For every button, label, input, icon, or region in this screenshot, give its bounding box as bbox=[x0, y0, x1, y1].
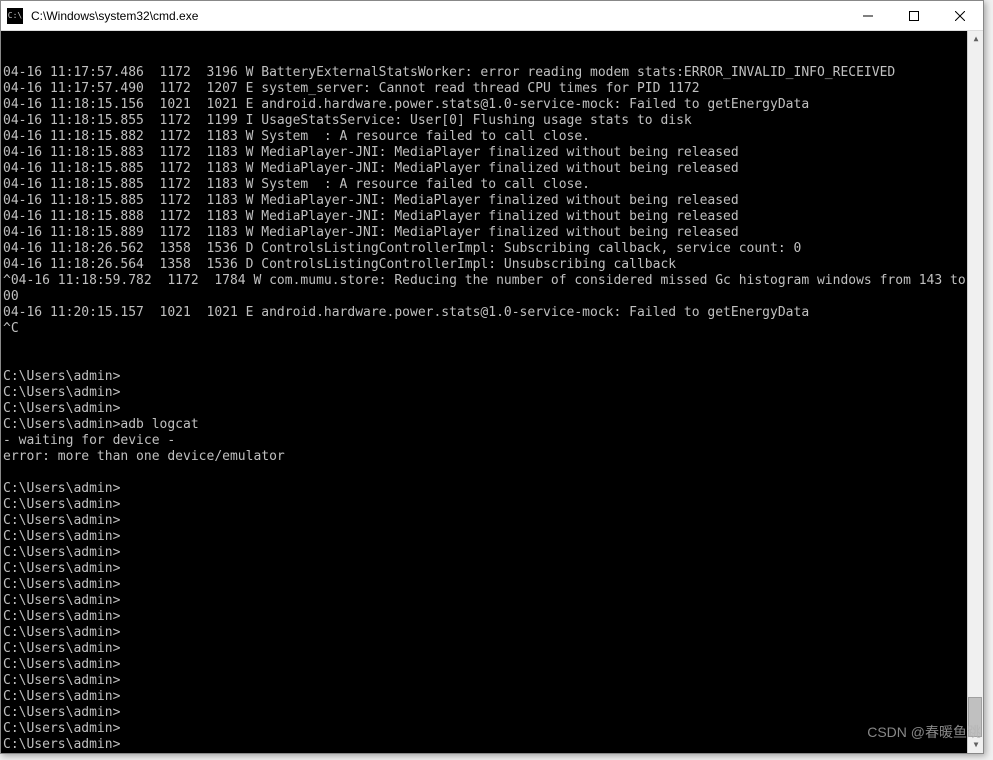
log-output: 04-16 11:17:57.486 1172 3196 W BatteryEx… bbox=[3, 65, 983, 337]
prompt-line: C:\Users\admin> bbox=[3, 497, 983, 513]
prompt-line: C:\Users\admin> bbox=[3, 385, 983, 401]
prompt-line bbox=[3, 465, 983, 481]
log-line: 04-16 11:18:15.156 1021 1021 E android.h… bbox=[3, 97, 983, 113]
close-icon bbox=[955, 11, 965, 21]
prompt-line: C:\Users\admin> bbox=[3, 609, 983, 625]
terminal-area[interactable]: 04-16 11:17:57.486 1172 3196 W BatteryEx… bbox=[1, 31, 983, 753]
prompt-line: C:\Users\admin> bbox=[3, 529, 983, 545]
prompt-line: C:\Users\admin> bbox=[3, 401, 983, 417]
minimize-button[interactable] bbox=[845, 1, 891, 30]
prompt-line: - waiting for device - bbox=[3, 433, 983, 449]
log-line: 04-16 11:18:15.882 1172 1183 W System : … bbox=[3, 129, 983, 145]
scrollbar-thumb[interactable] bbox=[968, 697, 982, 737]
prompt-line: C:\Users\admin> bbox=[3, 641, 983, 657]
prompt-line: C:\Users\admin> bbox=[3, 545, 983, 561]
prompt-line: C:\Users\admin> bbox=[3, 737, 983, 753]
prompt-line: C:\Users\admin> bbox=[3, 513, 983, 529]
prompt-line: C:\Users\admin> bbox=[3, 673, 983, 689]
scroll-down-arrow-icon[interactable]: ▼ bbox=[968, 737, 983, 753]
prompt-output: C:\Users\admin>C:\Users\admin>C:\Users\a… bbox=[3, 369, 983, 753]
prompt-line: C:\Users\admin> bbox=[3, 369, 983, 385]
log-line: ^C bbox=[3, 321, 983, 337]
log-line: 04-16 11:18:15.885 1172 1183 W System : … bbox=[3, 177, 983, 193]
log-line: 04-16 11:20:15.157 1021 1021 E android.h… bbox=[3, 305, 983, 321]
prompt-line: C:\Users\admin> bbox=[3, 593, 983, 609]
prompt-line: C:\Users\admin> bbox=[3, 481, 983, 497]
titlebar[interactable]: C:\ C:\Windows\system32\cmd.exe bbox=[1, 1, 983, 31]
log-line: ^04-16 11:18:59.782 1172 1784 W com.mumu… bbox=[3, 273, 983, 305]
cmd-window: C:\ C:\Windows\system32\cmd.exe 04-16 11… bbox=[0, 0, 984, 754]
cmd-icon: C:\ bbox=[7, 8, 23, 24]
window-controls bbox=[845, 1, 983, 30]
prompt-line: error: more than one device/emulator bbox=[3, 449, 983, 465]
prompt-line: C:\Users\admin> bbox=[3, 577, 983, 593]
prompt-line: C:\Users\admin>adb logcat bbox=[3, 417, 983, 433]
prompt-line: C:\Users\admin> bbox=[3, 625, 983, 641]
log-line: 04-16 11:18:15.888 1172 1183 W MediaPlay… bbox=[3, 209, 983, 225]
vertical-scrollbar[interactable]: ▲ ▼ bbox=[967, 31, 983, 753]
log-line: 04-16 11:18:15.885 1172 1183 W MediaPlay… bbox=[3, 161, 983, 177]
prompt-line: C:\Users\admin> bbox=[3, 689, 983, 705]
window-title: C:\Windows\system32\cmd.exe bbox=[29, 9, 845, 23]
scroll-up-arrow-icon[interactable]: ▲ bbox=[968, 31, 983, 47]
maximize-button[interactable] bbox=[891, 1, 937, 30]
prompt-line: C:\Users\admin> bbox=[3, 721, 983, 737]
log-line: 04-16 11:18:15.889 1172 1183 W MediaPlay… bbox=[3, 225, 983, 241]
close-button[interactable] bbox=[937, 1, 983, 30]
log-line: 04-16 11:18:26.564 1358 1536 D ControlsL… bbox=[3, 257, 983, 273]
log-line: 04-16 11:17:57.486 1172 3196 W BatteryEx… bbox=[3, 65, 983, 81]
log-line: 04-16 11:18:26.562 1358 1536 D ControlsL… bbox=[3, 241, 983, 257]
minimize-icon bbox=[863, 11, 873, 21]
prompt-line: C:\Users\admin> bbox=[3, 561, 983, 577]
prompt-line: C:\Users\admin> bbox=[3, 705, 983, 721]
log-line: 04-16 11:18:15.885 1172 1183 W MediaPlay… bbox=[3, 193, 983, 209]
maximize-icon bbox=[909, 11, 919, 21]
log-line: 04-16 11:18:15.855 1172 1199 I UsageStat… bbox=[3, 113, 983, 129]
log-line: 04-16 11:18:15.883 1172 1183 W MediaPlay… bbox=[3, 145, 983, 161]
prompt-line: C:\Users\admin> bbox=[3, 657, 983, 673]
log-line: 04-16 11:17:57.490 1172 1207 E system_se… bbox=[3, 81, 983, 97]
